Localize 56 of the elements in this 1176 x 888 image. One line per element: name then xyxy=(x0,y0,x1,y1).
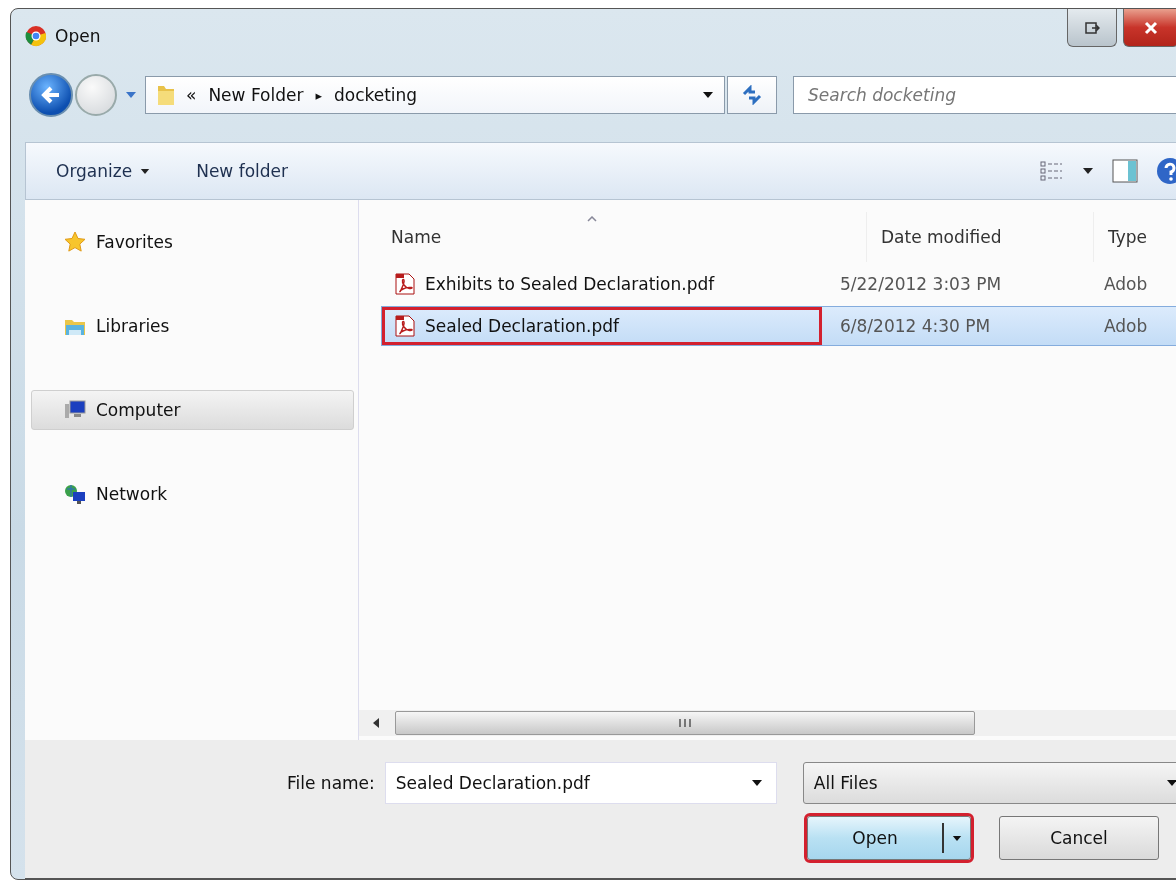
pdf-file-icon xyxy=(395,315,415,337)
file-type-dropdown[interactable]: All Files xyxy=(802,762,1176,804)
dropdown-arrow-icon xyxy=(952,834,962,842)
folder-icon xyxy=(156,83,176,107)
file-row[interactable]: Exhibits to Sealed Declaration.pdf 5/22/2012 3:03 PM Adob xyxy=(381,264,1176,304)
file-row[interactable]: Sealed Declaration.pdf 6/8/2012 4:30 PM Adob xyxy=(381,306,1176,346)
close-button[interactable] xyxy=(1123,9,1176,47)
file-name-label: File name: xyxy=(287,773,375,793)
star-icon xyxy=(64,231,86,253)
close-icon xyxy=(1144,20,1158,35)
scroll-left-icon[interactable] xyxy=(371,717,381,729)
dropdown-arrow-icon xyxy=(1166,779,1176,787)
sidebar-item[interactable]: Favorites xyxy=(31,222,354,262)
window-title: Open xyxy=(55,26,101,46)
toolbar-button[interactable]: New folder xyxy=(196,157,288,185)
overflow-chevron[interactable]: « xyxy=(186,85,197,105)
preview-pane-icon[interactable] xyxy=(1112,159,1138,183)
column-header[interactable]: Date modified xyxy=(867,212,1094,262)
computer-icon xyxy=(64,399,86,421)
dropdown-arrow-icon[interactable] xyxy=(750,779,763,787)
horizontal-scrollbar[interactable] xyxy=(359,710,1176,736)
address-bar[interactable]: « New Folder ▸ docketing xyxy=(145,76,725,114)
grip-icon xyxy=(678,718,692,728)
sidebar-item[interactable]: Computer xyxy=(31,390,354,430)
date-cell-text: 5/22/2012 3:03 PM xyxy=(839,274,1003,294)
type-cell-text: Adob xyxy=(1103,274,1149,294)
open-button[interactable]: Open xyxy=(807,816,971,860)
file-name-cell: Sealed Declaration.pdf xyxy=(382,307,822,345)
view-list-icon[interactable] xyxy=(1040,160,1064,182)
dropdown-arrow-icon[interactable] xyxy=(1082,167,1094,175)
help-icon[interactable] xyxy=(1156,157,1176,185)
restore-button[interactable] xyxy=(1067,9,1117,47)
type-cell-text: Adob xyxy=(1103,316,1149,336)
column-header[interactable]: Name xyxy=(359,212,867,262)
organize-menu[interactable]: Organize xyxy=(56,157,151,185)
pdf-file-icon xyxy=(395,273,415,295)
cancel-button[interactable]: Cancel xyxy=(999,816,1159,860)
breadcrumb-item[interactable]: New Folder xyxy=(208,85,304,105)
search-field[interactable]: Search docketing xyxy=(793,76,1176,114)
file-name-field[interactable]: Sealed Declaration.pdf xyxy=(384,762,777,804)
refresh-button[interactable] xyxy=(727,76,777,114)
sidebar-item[interactable]: Network xyxy=(31,474,354,514)
restore-icon xyxy=(1084,20,1100,35)
dropdown-arrow-icon[interactable] xyxy=(702,91,714,99)
network-icon xyxy=(64,483,86,505)
sidebar-item[interactable]: Libraries xyxy=(31,306,354,346)
column-header[interactable]: Type xyxy=(1094,212,1176,262)
refresh-icon xyxy=(741,85,763,105)
file-name-cell: Exhibits to Sealed Declaration.pdf xyxy=(382,265,822,303)
breadcrumb-arrow[interactable]: ▸ xyxy=(315,87,322,103)
breadcrumb-item[interactable]: docketing xyxy=(333,85,418,105)
back-button[interactable] xyxy=(29,73,73,117)
date-cell-text: 6/8/2012 4:30 PM xyxy=(839,316,992,336)
scrollbar-thumb[interactable] xyxy=(395,711,975,735)
dropdown-arrow-icon xyxy=(140,167,151,175)
browser-logo-icon xyxy=(25,25,47,47)
